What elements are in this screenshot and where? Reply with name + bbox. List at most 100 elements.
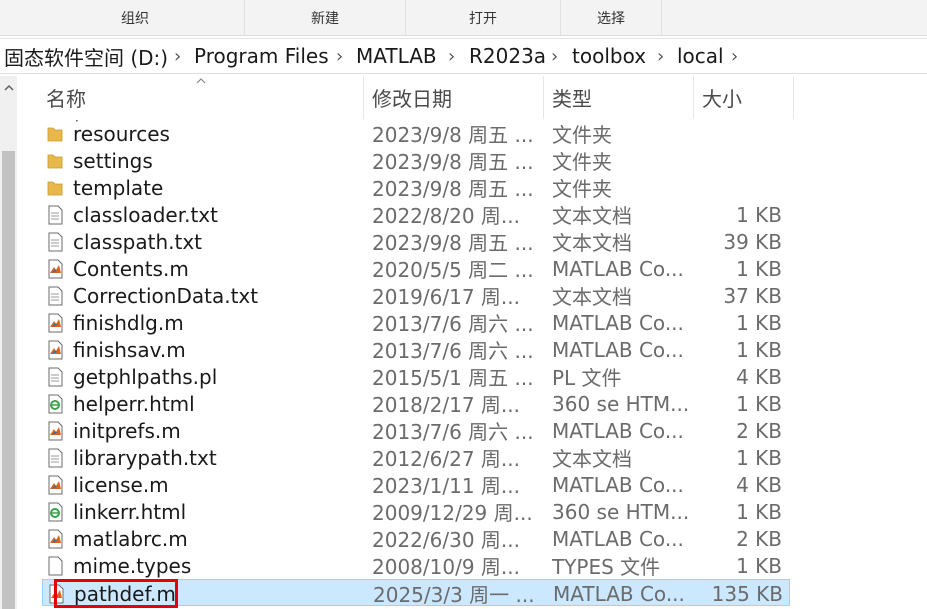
- file-size: [692, 174, 782, 201]
- file-modified-date: 2023/9/8 周五 ...: [372, 150, 534, 174]
- file-name: helperr.html: [73, 391, 195, 416]
- text-file-icon: [46, 448, 64, 468]
- file-size: 1 KB: [736, 553, 782, 578]
- file-type: 文件夹: [552, 150, 612, 174]
- scrollbar-thumb[interactable]: [2, 151, 15, 609]
- file-modified-date: 2023/9/8 周五 ...: [372, 123, 534, 147]
- breadcrumb-chevron-icon[interactable]: ›: [551, 39, 558, 73]
- scroll-up-arrow-icon[interactable]: [0, 76, 17, 98]
- breadcrumb-chevron-icon[interactable]: ›: [174, 39, 181, 73]
- text-file-icon: [46, 232, 64, 252]
- file-size: 4 KB: [736, 472, 782, 497]
- file-type: 360 se HTM...: [552, 499, 690, 524]
- file-size: [692, 147, 782, 174]
- breadcrumb-local[interactable]: local: [677, 39, 724, 73]
- file-row[interactable]: linkerr.html 2009/12/29 周... 360 se HTM...…: [42, 498, 790, 525]
- file-type: 360 se HTM...: [552, 391, 690, 416]
- file-type: 文件夹: [552, 177, 612, 201]
- file-explorer-window: 组织 新建 打开 选择 固态软件空间 (D:) › Program Files …: [0, 0, 927, 609]
- file-row[interactable]: mime.types 2008/10/9 周... TYPES 文件 1 KB: [42, 552, 790, 579]
- breadcrumb-toolbox[interactable]: toolbox: [572, 39, 646, 73]
- file-row[interactable]: getphlpaths.pl 2015/5/1 周五 ... PL 文件 4 KB: [42, 363, 790, 390]
- file-row[interactable]: helperr.html 2018/2/17 周... 360 se HTM... 1…: [42, 390, 790, 417]
- breadcrumb-drive[interactable]: 固态软件空间 (D:): [4, 39, 168, 73]
- file-name: getphlpaths.pl: [73, 364, 218, 389]
- breadcrumb-chevron-icon[interactable]: ›: [657, 39, 664, 73]
- file-name: Contents.m: [73, 256, 189, 281]
- file-modified-date: 2013/7/6 周六 ...: [372, 420, 534, 444]
- file-type: MATLAB Co...: [553, 581, 685, 606]
- column-header-size[interactable]: 大小: [694, 76, 794, 119]
- file-name: initprefs.m: [73, 418, 181, 443]
- file-type: 文件夹: [552, 123, 612, 147]
- file-modified-date: 2012/6/27 周...: [372, 447, 520, 471]
- file-name: license.m: [73, 472, 169, 497]
- file-modified-date: 2009/12/29 周...: [372, 501, 533, 525]
- file-modified-date: 2023/9/8 周五 ...: [372, 231, 534, 255]
- file-row[interactable]: finishsav.m 2013/7/6 周六 ... MATLAB Co... 1 …: [42, 336, 790, 363]
- file-modified-date: 2018/2/17 周...: [372, 393, 520, 417]
- vertical-scrollbar[interactable]: [0, 76, 17, 609]
- file-row[interactable]: settings 2023/9/8 周五 ... 文件夹: [42, 147, 790, 174]
- breadcrumb-program-files[interactable]: Program Files: [194, 39, 329, 73]
- file-row[interactable]: classloader.txt 2022/8/20 周... 文本文档 1 KB: [42, 201, 790, 228]
- file-type: MATLAB Co...: [552, 472, 684, 497]
- ribbon-group-select: 选择: [561, 0, 662, 35]
- file-type: PL 文件: [552, 366, 622, 390]
- file-modified-date: 2008/10/9 周...: [372, 555, 520, 579]
- file-name: matlabrc.m: [73, 526, 188, 551]
- column-header-name[interactable]: 名称: [38, 76, 364, 119]
- file-modified-date: 2019/6/17 周...: [372, 285, 520, 309]
- column-header-date[interactable]: 修改日期: [364, 76, 544, 119]
- file-row[interactable]: finishdlg.m 2013/7/6 周六 ... MATLAB Co... 1 …: [42, 309, 790, 336]
- file-name: settings: [73, 148, 153, 173]
- file-row[interactable]: librarypath.txt 2012/6/27 周... 文本文档 1 KB: [42, 444, 790, 471]
- file-size: 1 KB: [736, 337, 782, 362]
- file-size: 4 KB: [736, 364, 782, 389]
- ribbon-group-open: 打开: [406, 0, 561, 35]
- file-modified-date: 2013/7/6 周六 ...: [372, 312, 534, 336]
- matlab-file-icon: [46, 340, 64, 360]
- file-type: MATLAB Co...: [552, 526, 684, 551]
- breadcrumb-chevron-icon[interactable]: ›: [336, 39, 343, 73]
- file-size: 2 KB: [736, 526, 782, 551]
- file-modified-date: 2015/5/1 周五 ...: [372, 366, 534, 390]
- file-name: template: [73, 175, 164, 200]
- address-bar[interactable]: 固态软件空间 (D:) › Program Files › MATLAB › R…: [0, 38, 927, 74]
- file-size: 37 KB: [723, 283, 782, 308]
- file-row[interactable]: classpath.txt 2023/9/8 周五 ... 文本文档 39 KB: [42, 228, 790, 255]
- text-file-icon: [46, 205, 64, 225]
- column-header-type[interactable]: 类型: [544, 76, 694, 119]
- file-row[interactable]: template 2023/9/8 周五 ... 文件夹: [42, 174, 790, 201]
- file-row[interactable]: Contents.m 2020/5/5 周二 ... MATLAB Co... 1 K…: [42, 255, 790, 282]
- file-row[interactable]: initprefs.m 2013/7/6 周六 ... MATLAB Co... 2 …: [42, 417, 790, 444]
- browser-html-icon: [46, 502, 64, 522]
- blank-file-icon: [46, 556, 64, 576]
- file-row[interactable]: matlabrc.m 2022/6/30 周... MATLAB Co... 2 KB: [42, 525, 790, 552]
- file-name: classloader.txt: [73, 202, 218, 227]
- ribbon-group-new: 新建: [245, 0, 406, 35]
- file-modified-date: 2023/1/11 周...: [372, 474, 520, 498]
- file-row[interactable]: resources 2023/9/8 周五 ... 文件夹: [42, 120, 790, 147]
- file-name: resources: [73, 121, 170, 146]
- matlab-file-icon: [46, 421, 64, 441]
- browser-html-icon: [46, 394, 64, 414]
- file-row[interactable]: CorrectionData.txt 2019/6/17 周... 文本文档 37 K…: [42, 282, 790, 309]
- breadcrumb-chevron-icon[interactable]: ›: [448, 39, 455, 73]
- file-size: 1 KB: [736, 310, 782, 335]
- text-file-icon: [46, 367, 64, 387]
- folder-icon: [46, 178, 64, 198]
- file-size: 1 KB: [736, 499, 782, 524]
- breadcrumb-r2023a[interactable]: R2023a: [469, 39, 546, 73]
- file-type: 文本文档: [552, 231, 632, 255]
- file-name: finishsav.m: [73, 337, 186, 362]
- file-size: 1 KB: [736, 391, 782, 416]
- breadcrumb-chevron-icon[interactable]: ›: [731, 39, 738, 73]
- matlab-file-icon: [46, 529, 64, 549]
- breadcrumb-matlab[interactable]: MATLAB: [356, 39, 437, 73]
- file-row[interactable]: license.m 2023/1/11 周... MATLAB Co... 4 KB: [42, 471, 790, 498]
- file-size: 39 KB: [723, 229, 782, 254]
- matlab-file-icon: [46, 259, 64, 279]
- file-name: classpath.txt: [73, 229, 202, 254]
- ribbon-group-labels: 组织 新建 打开 选择: [0, 0, 927, 36]
